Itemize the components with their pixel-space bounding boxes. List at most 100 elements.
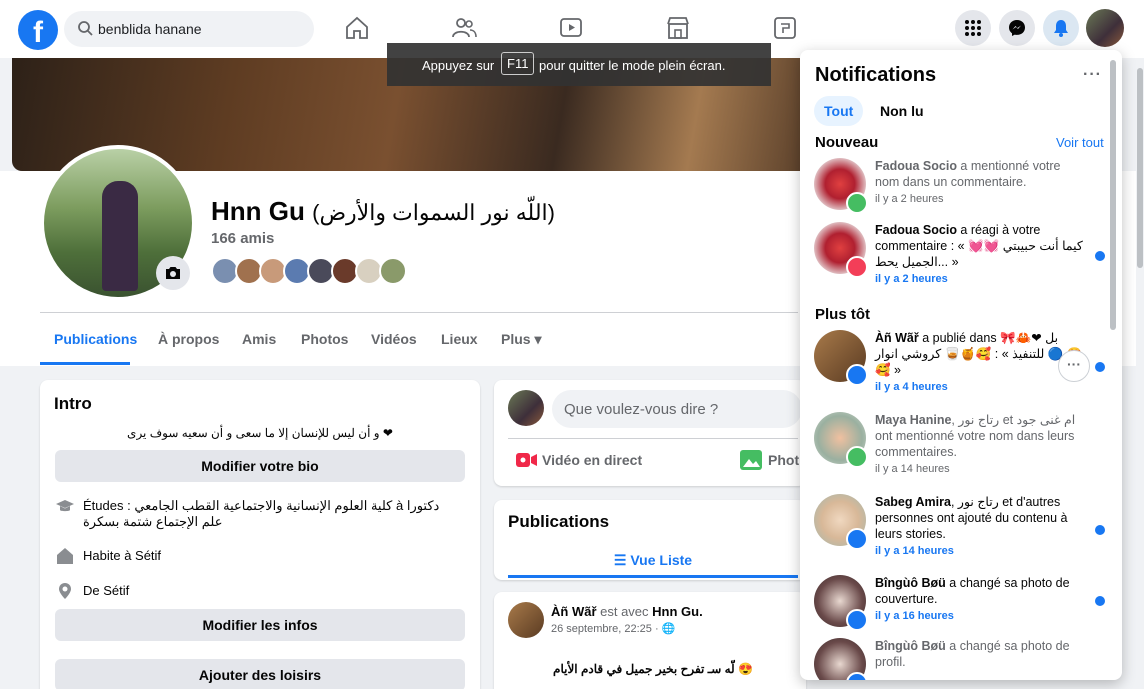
photo-badge-icon (846, 609, 868, 631)
unread-dot (1095, 596, 1105, 606)
menu-grid-button[interactable] (955, 10, 991, 46)
list-view-button[interactable]: ☰ Vue Liste (508, 542, 798, 578)
edit-bio-button[interactable]: Modifier votre bio (55, 450, 465, 482)
notifications-options-button[interactable]: ··· (1083, 66, 1102, 84)
house-icon (57, 548, 73, 564)
notifications-button[interactable] (1043, 10, 1079, 46)
notification-text: Maya Hanine, رتاج نور et ام غنى جود ont … (875, 413, 1076, 475)
search-box[interactable]: benblida hanane (64, 11, 314, 47)
filter-unread[interactable]: Non lu (870, 96, 934, 126)
profile-name: Hnn Gu (اللّه نور السموات والأرض) (211, 196, 555, 227)
watch-video-icon[interactable] (557, 14, 585, 42)
post-author-name[interactable]: Àñ Wãř (551, 604, 597, 619)
tab-publications[interactable]: Publications (54, 331, 137, 347)
profile-name-alt: (اللّه نور السموات والأرض) (312, 200, 555, 225)
heart-reaction-badge-icon (846, 256, 868, 278)
post-body: لّه سـ تفرح بخير جميل في قادم الأيام 😍 (553, 662, 753, 676)
post-with-text: est avec (600, 604, 649, 619)
search-input[interactable]: benblida hanane (98, 21, 202, 37)
notifications-panel: Notifications ··· Tout Non lu Nouveau Vo… (800, 50, 1122, 680)
photo-icon (740, 450, 762, 470)
active-tab-indicator (40, 362, 130, 365)
composer-divider (508, 438, 798, 439)
notification-text: Sabeg Amira, رتاج نور et d'autres person… (875, 495, 1068, 557)
comment-badge-icon (846, 446, 868, 468)
profile-figure (102, 181, 138, 291)
notification-text: Fadoua Socio a mentionné votre nom dans … (875, 159, 1061, 205)
composer-placeholder: Que voulez-vous dire ? (564, 401, 719, 418)
section-earlier: Plus tôt (815, 306, 870, 323)
fullscreen-notice: Appuyez sur F11 pour quitter le mode ple… (387, 43, 771, 86)
notification-options-button[interactable]: ··· (1058, 350, 1090, 382)
bio-text: و أن ليس للإنسان إلا ما سعى و أن سعيه سو… (127, 426, 393, 440)
tab-friends[interactable]: Amis (242, 331, 276, 347)
fullscreen-key: F11 (501, 52, 535, 75)
facebook-logo-icon[interactable]: f (18, 10, 58, 50)
post-composer-input[interactable]: Que voulez-vous dire ? (552, 390, 802, 428)
from-text: De Sétif (83, 583, 130, 598)
home-icon[interactable] (343, 14, 371, 42)
intro-title: Intro (54, 394, 92, 413)
edit-info-button[interactable]: Modifier les infos (55, 609, 465, 641)
live-video-button[interactable]: Vidéo en direct (516, 452, 643, 468)
gaming-icon[interactable] (771, 14, 799, 42)
post-date[interactable]: 26 septembre, 22:25 · 🌐 (551, 622, 675, 635)
fullscreen-text-before: Appuyez sur (422, 58, 495, 73)
friends-icon[interactable] (450, 14, 478, 42)
post-tagged-name[interactable]: Hnn Gu. (652, 604, 703, 619)
page-scrollbar-thumb[interactable] (1137, 68, 1143, 268)
composer-avatar (508, 390, 544, 426)
friends-count[interactable]: 166 amis (211, 230, 274, 247)
tab-about[interactable]: À propos (158, 331, 219, 347)
unread-dot (1095, 251, 1105, 261)
photo-video-button[interactable]: Phot (740, 450, 800, 470)
live-video-label: Vidéo en direct (542, 452, 643, 468)
tab-photos[interactable]: Photos (301, 331, 348, 347)
lives-in-text: Habite à Sétif (83, 548, 162, 563)
filter-all[interactable]: Tout (814, 96, 864, 126)
search-icon (78, 21, 93, 36)
graduation-cap-icon (56, 500, 74, 512)
post-author-line: Àñ Wãř est avec Hnn Gu. (551, 604, 703, 619)
group-badge-icon (846, 364, 868, 386)
publications-card: Publications ☰ Vue Liste (494, 500, 806, 580)
messenger-button[interactable] (999, 10, 1035, 46)
notification-text: Bîngùô Bøü a changé sa photo de profil. (875, 639, 1070, 669)
post-author-avatar[interactable] (508, 602, 544, 638)
unread-dot (1095, 362, 1105, 372)
friend-avatar[interactable] (379, 257, 407, 285)
story-badge-icon (846, 528, 868, 550)
education-text: Études : كلية العلوم الإنسانية والاجتماع… (83, 498, 440, 529)
notifications-title: Notifications (815, 64, 937, 86)
profile-divider (40, 312, 798, 313)
live-video-icon (516, 453, 537, 467)
notification-text: Fadoua Socio a réagi à votre commentaire… (875, 223, 1083, 285)
page-scrollbar[interactable] (1136, 58, 1144, 688)
publications-title: Publications (508, 512, 610, 531)
create-post-card: Que voulez-vous dire ? Vidéo en direct P… (494, 380, 806, 486)
see-all-link[interactable]: Voir tout (1056, 135, 1104, 150)
notifications-scrollbar[interactable] (1110, 60, 1116, 330)
notification-text: Bîngùô Bøü a changé sa photo de couvertu… (875, 576, 1070, 622)
update-profile-picture-button[interactable] (156, 256, 190, 290)
bell-icon (1054, 20, 1068, 37)
post-card: Àñ Wãř est avec Hnn Gu. 26 septembre, 22… (494, 592, 806, 689)
messenger-icon (1009, 20, 1025, 36)
fullscreen-text-after: pour quitter le mode plein écran. (539, 58, 726, 73)
section-new: Nouveau (815, 134, 879, 151)
notification-text: Àñ Wãř a publié dans 🎀🦀❤ بل للتنفيذ » : … (875, 331, 1082, 393)
tab-videos[interactable]: Vidéos (371, 331, 417, 347)
grid-icon (965, 20, 981, 36)
photo-video-label: Phot (768, 452, 800, 468)
tab-more[interactable]: Plus ▾ (501, 331, 541, 348)
location-pin-icon (59, 583, 71, 599)
account-avatar[interactable] (1086, 9, 1124, 47)
unread-dot (1095, 525, 1105, 535)
tab-places[interactable]: Lieux (441, 331, 478, 347)
comment-badge-icon (846, 192, 868, 214)
profile-name-main: Hnn Gu (211, 196, 305, 226)
marketplace-icon[interactable] (664, 14, 692, 42)
intro-card: Intro و أن ليس للإنسان إلا ما سعى و أن س… (40, 380, 480, 689)
camera-icon (166, 267, 180, 279)
add-hobbies-button[interactable]: Ajouter des loisirs (55, 659, 465, 689)
